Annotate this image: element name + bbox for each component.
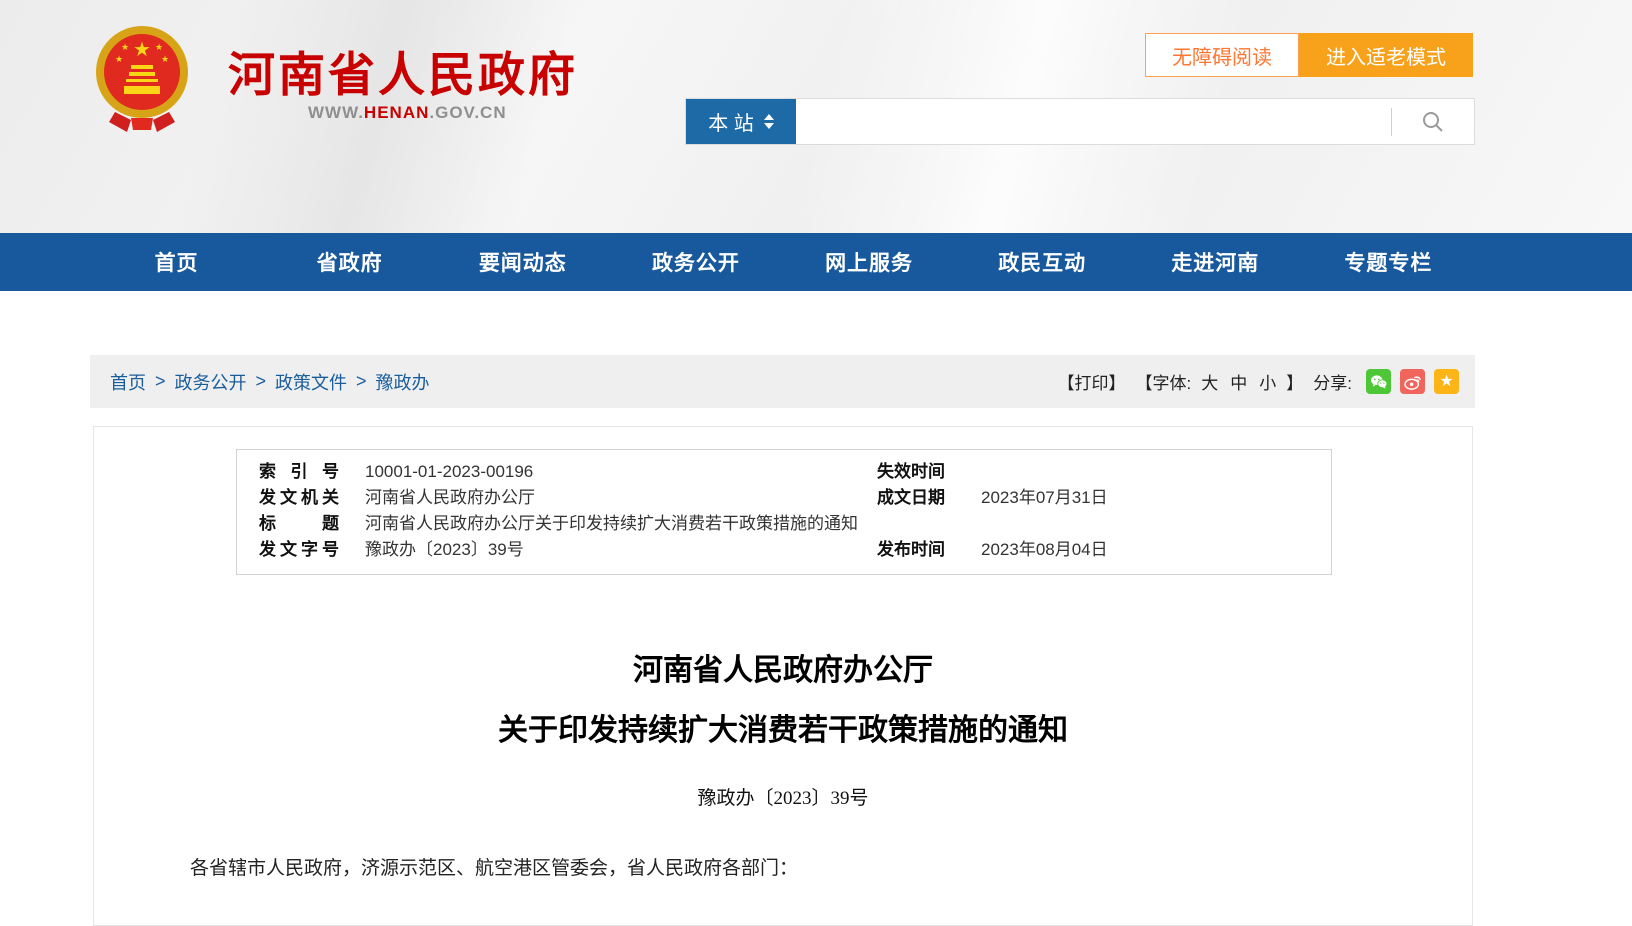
share-weibo-button[interactable] [1400,369,1425,394]
svg-text:★: ★ [133,39,151,61]
share-favorite-button[interactable]: ★ [1434,369,1459,394]
svg-text:★: ★ [115,54,123,64]
wechat-icon [1370,374,1388,390]
breadcrumb-separator: > [155,371,166,392]
search-button[interactable] [1392,99,1474,144]
share-label: 分享: [1313,369,1352,394]
search-input[interactable] [796,99,1391,144]
breadcrumb-gov-affairs[interactable]: 政务公开 [175,369,247,395]
nav-item-about-henan[interactable]: 走进河南 [1129,233,1302,291]
breadcrumb-home[interactable]: 首页 [110,369,146,395]
nav-item-home[interactable]: 首页 [90,233,263,291]
font-size-controls: 大 中 小 [1201,369,1276,394]
meta-label-title: 标题 [259,511,339,537]
meta-value-index-no: 10001-01-2023-00196 [365,459,877,485]
meta-label-publish-date: 发布时间 [877,537,957,563]
document-meta-table: 索引号 10001-01-2023-00196 失效时间 发文机关 河南省人民政… [236,449,1332,575]
nav-item-interaction[interactable]: 政民互动 [956,233,1129,291]
site-url-suffix: .GOV.CN [429,103,506,122]
elder-mode-button[interactable]: 进入适老模式 [1299,33,1473,77]
meta-label-issuing-org: 发文机关 [259,485,339,511]
breadcrumb-yuzhengban[interactable]: 豫政办 [376,369,430,395]
breadcrumb-separator: > [256,371,267,392]
weibo-icon [1404,374,1422,390]
meta-row-index: 索引号 10001-01-2023-00196 失效时间 [237,459,1331,485]
meta-row-title: 标题 河南省人民政府办公厅关于印发持续扩大消费若干政策措施的通知 [237,511,1331,537]
svg-text:★: ★ [121,42,129,52]
search-scope-label: 本 站 [708,107,754,136]
breadcrumb-toolbar-row: 首页 > 政务公开 > 政策文件 > 豫政办 【打印】 【字体: 大 中 小 】… [90,355,1475,408]
breadcrumb-separator: > [356,371,367,392]
up-down-arrows-icon [764,114,774,129]
meta-value-doc-number: 豫政办〔2023〕39号 [365,537,877,563]
site-header: ★ ★ ★ ★ ★ 河南省人民政府 WWW.HENAN.GOV.CN 无障碍阅读… [0,0,1632,233]
nav-item-provincial-gov[interactable]: 省政府 [263,233,436,291]
meta-row-doc-number: 发文字号 豫政办〔2023〕39号 发布时间 2023年08月04日 [237,537,1331,563]
share-wechat-button[interactable] [1366,369,1391,394]
meta-label-doc-number: 发文字号 [259,537,339,563]
document-title-line2: 关于印发持续扩大消费若干政策措施的通知 [94,701,1472,761]
meta-label-index-no: 索引号 [259,459,339,485]
site-url-www: WWW. [308,103,364,122]
document-salutation-paragraph: 各省辖市人民政府，济源示范区、航空港区管委会，省人民政府各部门： [152,852,1414,886]
site-url: WWW.HENAN.GOV.CN [308,103,507,123]
meta-row-issuer: 发文机关 河南省人民政府办公厅 成文日期 2023年07月31日 [237,485,1331,511]
meta-value-title: 河南省人民政府办公厅关于印发持续扩大消费若干政策措施的通知 [365,511,877,537]
meta-value-written-date: 2023年07月31日 [981,485,1331,511]
site-title: 河南省人民政府 [228,36,578,105]
font-size-label-suffix: 】 [1286,369,1303,394]
document-title: 河南省人民政府办公厅 关于印发持续扩大消费若干政策措施的通知 [94,641,1472,761]
meta-value-publish-date: 2023年08月04日 [981,537,1331,563]
print-button[interactable]: 【打印】 [1058,369,1126,394]
page-toolbar: 【打印】 【字体: 大 中 小 】 分享: [1058,369,1459,394]
font-size-small[interactable]: 小 [1259,369,1276,394]
article-card: 索引号 10001-01-2023-00196 失效时间 发文机关 河南省人民政… [93,426,1473,926]
search-icon [1421,110,1445,134]
svg-text:★: ★ [161,54,169,64]
search-bar: 本 站 [685,98,1475,145]
main-nav: 首页 省政府 要闻动态 政务公开 网上服务 政民互动 走进河南 专题专栏 [0,233,1632,291]
share-icons: ★ [1366,369,1459,394]
meta-label-written-date: 成文日期 [877,485,957,511]
breadcrumb: 首页 > 政务公开 > 政策文件 > 豫政办 [110,369,430,395]
font-size-medium[interactable]: 中 [1230,369,1247,394]
document-number: 豫政办〔2023〕39号 [94,783,1472,810]
font-size-label-prefix: 【字体: [1136,369,1192,394]
meta-label-invalid-date: 失效时间 [877,459,957,485]
svg-text:★: ★ [155,42,163,52]
search-scope-select[interactable]: 本 站 [686,99,796,144]
font-size-large[interactable]: 大 [1201,369,1218,394]
star-icon: ★ [1439,374,1453,390]
nav-item-gov-affairs[interactable]: 政务公开 [609,233,782,291]
access-buttons: 无障碍阅读 进入适老模式 [1145,33,1473,77]
nav-item-special-topics[interactable]: 专题专栏 [1302,233,1475,291]
accessibility-button[interactable]: 无障碍阅读 [1145,33,1299,77]
document-title-line1: 河南省人民政府办公厅 [94,641,1472,701]
meta-value-issuing-org: 河南省人民政府办公厅 [365,485,877,511]
national-emblem-icon: ★ ★ ★ ★ ★ [95,16,189,134]
breadcrumb-policy-docs[interactable]: 政策文件 [275,369,347,395]
nav-item-online-services[interactable]: 网上服务 [783,233,956,291]
site-logo[interactable]: ★ ★ ★ ★ ★ [95,16,189,134]
site-url-domain: HENAN [364,103,429,122]
nav-item-news[interactable]: 要闻动态 [436,233,609,291]
